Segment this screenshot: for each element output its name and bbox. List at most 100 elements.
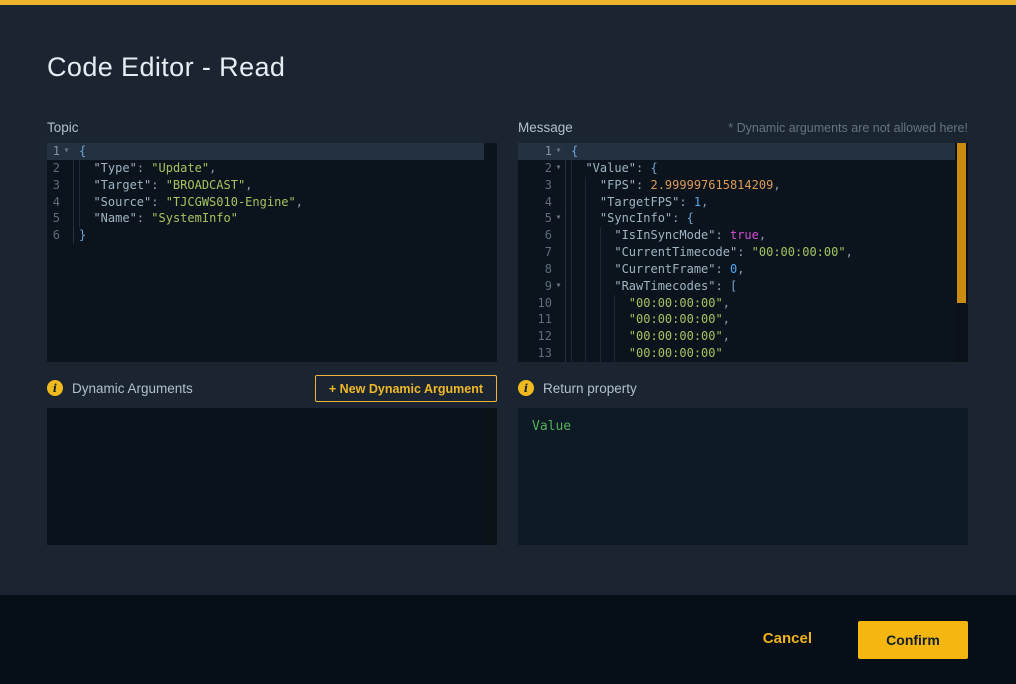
fold-toggle-icon[interactable]: ▾ bbox=[60, 143, 73, 160]
indent-guide bbox=[585, 345, 586, 362]
code-text: "Target": "BROADCAST", bbox=[73, 177, 497, 194]
fold-spacer bbox=[60, 194, 73, 211]
code-text: "Value": { bbox=[565, 160, 968, 177]
message-note: * Dynamic arguments are not allowed here… bbox=[518, 121, 968, 135]
return-property-panel[interactable]: Value bbox=[518, 408, 968, 545]
fold-spacer bbox=[552, 244, 565, 261]
indent-guide bbox=[79, 160, 80, 177]
dynamic-arguments-label: Dynamic Arguments bbox=[72, 381, 193, 396]
fold-spacer bbox=[552, 261, 565, 278]
indent-guide bbox=[585, 177, 586, 194]
indent-guide bbox=[585, 295, 586, 312]
code-text: "00:00:00:00", bbox=[565, 328, 968, 345]
code-line: 1▾{ bbox=[47, 143, 497, 160]
indent-guide bbox=[600, 328, 601, 345]
code-text: "RawTimecodes": [ bbox=[565, 278, 968, 295]
code-line: 12 "00:00:00:00", bbox=[518, 328, 968, 345]
dynamic-arguments-header: i Dynamic Arguments + New Dynamic Argume… bbox=[47, 374, 497, 402]
indent-guide bbox=[600, 278, 601, 295]
fold-toggle-icon[interactable]: ▾ bbox=[552, 160, 565, 177]
code-line: 5▾ "SyncInfo": { bbox=[518, 210, 968, 227]
indent-guide bbox=[571, 345, 572, 362]
fold-spacer bbox=[60, 227, 73, 244]
fold-spacer bbox=[60, 210, 73, 227]
topic-code-editor[interactable]: 1▾{2 "Type": "Update",3 "Target": "BROAD… bbox=[47, 143, 497, 362]
code-text: { bbox=[73, 143, 497, 160]
line-number: 1 bbox=[518, 143, 552, 160]
line-number: 3 bbox=[47, 177, 60, 194]
dynamic-arguments-panel bbox=[47, 408, 497, 545]
modal-accent-bar bbox=[0, 0, 1016, 5]
line-number: 1 bbox=[47, 143, 60, 160]
indent-guide bbox=[571, 278, 572, 295]
return-property-header: i Return property bbox=[518, 374, 968, 402]
indent-guide bbox=[600, 345, 601, 362]
line-number: 5 bbox=[518, 210, 552, 227]
indent-guide bbox=[585, 261, 586, 278]
code-text: "IsInSyncMode": true, bbox=[565, 227, 968, 244]
fold-spacer bbox=[552, 311, 565, 328]
code-text: "CurrentTimecode": "00:00:00:00", bbox=[565, 244, 968, 261]
line-number: 7 bbox=[518, 244, 552, 261]
code-line: 6} bbox=[47, 227, 497, 244]
indent-guide bbox=[614, 328, 615, 345]
code-line: 11 "00:00:00:00", bbox=[518, 311, 968, 328]
indent-guide bbox=[600, 261, 601, 278]
fold-toggle-icon[interactable]: ▾ bbox=[552, 143, 565, 160]
fold-spacer bbox=[552, 295, 565, 312]
code-line: 5 "Name": "SystemInfo" bbox=[47, 210, 497, 227]
indent-guide bbox=[571, 227, 572, 244]
indent-guide bbox=[614, 295, 615, 312]
line-number: 8 bbox=[518, 261, 552, 278]
indent-guide bbox=[585, 227, 586, 244]
new-dynamic-argument-button[interactable]: + New Dynamic Argument bbox=[315, 375, 497, 402]
fold-spacer bbox=[552, 345, 565, 362]
code-text: "SyncInfo": { bbox=[565, 210, 968, 227]
indent-guide bbox=[600, 244, 601, 261]
message-scrollbar-thumb[interactable] bbox=[957, 143, 966, 303]
confirm-button[interactable]: Confirm bbox=[858, 621, 968, 659]
code-text: "00:00:00:00" bbox=[565, 345, 968, 362]
code-line: 7 "CurrentTimecode": "00:00:00:00", bbox=[518, 244, 968, 261]
line-number: 9 bbox=[518, 278, 552, 295]
line-number: 12 bbox=[518, 328, 552, 345]
indent-guide bbox=[585, 328, 586, 345]
message-scrollbar[interactable] bbox=[955, 143, 968, 362]
line-number: 2 bbox=[47, 160, 60, 177]
info-icon: i bbox=[518, 380, 534, 396]
code-text: "TargetFPS": 1, bbox=[565, 194, 968, 211]
topic-scrollbar-track bbox=[484, 143, 497, 362]
code-line: 4 "Source": "TJCGWS010-Engine", bbox=[47, 194, 497, 211]
info-icon: i bbox=[47, 380, 63, 396]
code-line: 6 "IsInSyncMode": true, bbox=[518, 227, 968, 244]
fold-toggle-icon[interactable]: ▾ bbox=[552, 210, 565, 227]
fold-spacer bbox=[552, 328, 565, 345]
code-text: "Source": "TJCGWS010-Engine", bbox=[73, 194, 497, 211]
code-editor-modal: Code Editor - Read Topic Message * Dynam… bbox=[0, 0, 1016, 684]
code-line: 1▾{ bbox=[518, 143, 968, 160]
code-text: "00:00:00:00", bbox=[565, 311, 968, 328]
fold-toggle-icon[interactable]: ▾ bbox=[552, 278, 565, 295]
line-number: 10 bbox=[518, 295, 552, 312]
line-number: 13 bbox=[518, 345, 552, 362]
code-text: { bbox=[565, 143, 968, 160]
indent-guide bbox=[79, 177, 80, 194]
indent-guide bbox=[79, 210, 80, 227]
indent-guide bbox=[614, 311, 615, 328]
indent-guide bbox=[585, 311, 586, 328]
dynamic-arguments-scrollbar-track bbox=[484, 408, 497, 545]
message-code-editor[interactable]: 1▾{2▾ "Value": {3 "FPS": 2.9999976158142… bbox=[518, 143, 968, 362]
code-line: 4 "TargetFPS": 1, bbox=[518, 194, 968, 211]
indent-guide bbox=[571, 177, 572, 194]
fold-spacer bbox=[552, 227, 565, 244]
code-line: 10 "00:00:00:00", bbox=[518, 295, 968, 312]
indent-guide bbox=[600, 227, 601, 244]
indent-guide bbox=[571, 261, 572, 278]
cancel-button[interactable]: Cancel bbox=[763, 630, 812, 647]
line-number: 2 bbox=[518, 160, 552, 177]
code-line: 3 "FPS": 2.999997615814209, bbox=[518, 177, 968, 194]
indent-guide bbox=[571, 328, 572, 345]
topic-label: Topic bbox=[47, 120, 79, 135]
code-text: "FPS": 2.999997615814209, bbox=[565, 177, 968, 194]
return-property-label: Return property bbox=[543, 381, 637, 396]
